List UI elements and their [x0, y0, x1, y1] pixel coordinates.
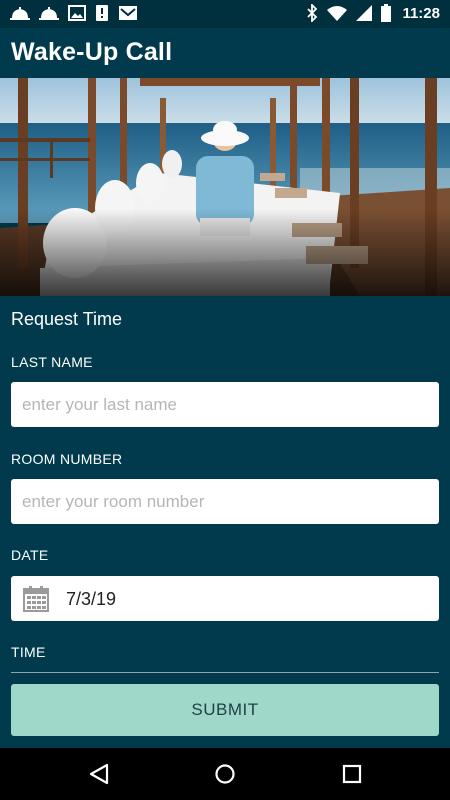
- bell-icon: [39, 7, 59, 20]
- room-number-label: ROOM NUMBER: [11, 451, 123, 467]
- page-title: Wake-Up Call: [11, 38, 173, 66]
- date-label: DATE: [11, 547, 49, 563]
- signal-icon: [356, 5, 373, 21]
- back-icon[interactable]: [88, 762, 110, 786]
- system-icons: 11:28: [306, 4, 440, 22]
- status-bar: 11:28: [0, 0, 450, 28]
- bluetooth-icon: [307, 4, 318, 22]
- time-input[interactable]: [11, 672, 439, 673]
- submit-button[interactable]: SUBMIT: [11, 684, 439, 736]
- navigation-bar: [0, 748, 450, 800]
- bell-icon: [10, 7, 30, 20]
- wake-up-form: Request Time LAST NAME ROOM NUMBER DATE …: [0, 296, 450, 748]
- home-icon[interactable]: [214, 762, 236, 786]
- date-picker[interactable]: 7/3/19: [11, 576, 439, 621]
- last-name-input[interactable]: [11, 382, 439, 427]
- calendar-icon: [23, 586, 49, 612]
- app-bar: Wake-Up Call: [0, 28, 450, 78]
- notification-icons: [10, 4, 138, 22]
- image-icon: [68, 5, 86, 21]
- clock: 11:28: [402, 4, 440, 22]
- hero-image: [0, 78, 450, 296]
- recents-icon[interactable]: [341, 762, 363, 786]
- battery-icon: [381, 4, 392, 22]
- date-value: 7/3/19: [66, 589, 117, 609]
- mail-icon: [119, 6, 137, 20]
- last-name-label: LAST NAME: [11, 354, 93, 370]
- notification-icon: [96, 5, 108, 21]
- beach-terrace-illustration: [0, 78, 450, 296]
- section-title: Request Time: [11, 309, 123, 329]
- time-label: TIME: [11, 644, 46, 660]
- wifi-icon: [327, 6, 348, 21]
- room-number-input[interactable]: [11, 479, 439, 524]
